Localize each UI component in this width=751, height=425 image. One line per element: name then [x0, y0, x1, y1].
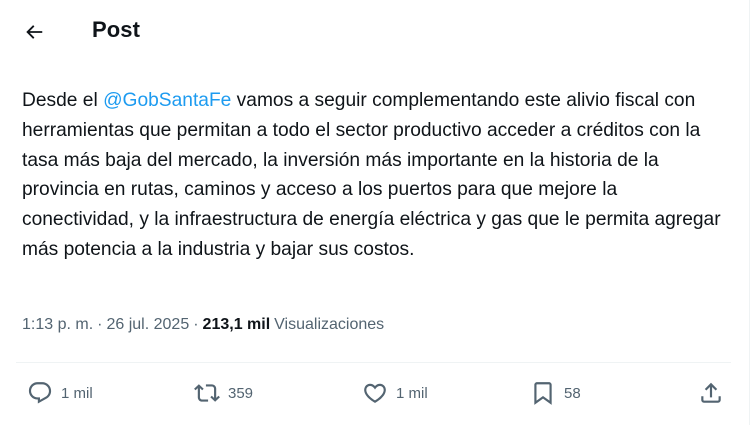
post-date[interactable]: 26 jul. 2025: [106, 316, 189, 334]
views-count: 213,1 mil: [202, 316, 271, 333]
views-label: Visualizaciones: [274, 316, 385, 333]
like-count: 1 mil: [396, 384, 428, 402]
repost-icon: [194, 384, 220, 402]
post-meta: 1:13 p. m. · 26 jul. 2025 · 213,1 mil Vi…: [22, 316, 384, 334]
post-text-before: Desde el: [22, 90, 104, 111]
reply-icon: [28, 382, 52, 404]
bookmark-icon: [534, 382, 552, 405]
share-icon: [701, 382, 721, 403]
meta-separator: ·: [193, 316, 199, 333]
meta-separator: ·: [97, 316, 103, 333]
reply-count: 1 mil: [61, 384, 93, 402]
share-button[interactable]: [698, 378, 724, 408]
reply-button[interactable]: 1 mil: [27, 378, 93, 408]
heart-icon: [364, 383, 386, 403]
mention-link[interactable]: @GobSantaFe: [103, 90, 231, 111]
arrow-left-icon: [26, 25, 43, 39]
bookmark-button[interactable]: 58: [530, 378, 581, 408]
post-text-after: vamos a seguir complementando este alivi…: [22, 90, 721, 260]
like-button[interactable]: 1 mil: [362, 378, 428, 408]
column-border: [749, 0, 750, 425]
repost-count: 359: [228, 384, 254, 402]
post-header: Post: [0, 0, 751, 64]
back-button[interactable]: [16, 14, 52, 50]
page-title: Post: [92, 17, 141, 42]
action-bar: 1 mil 359 1 mil 58: [0, 363, 751, 425]
post-time[interactable]: 1:13 p. m.: [22, 316, 93, 334]
repost-button[interactable]: 359: [194, 378, 253, 408]
bookmark-count: 58: [564, 384, 581, 402]
post-text: Desde el @GobSantaFe vamos a seguir comp…: [22, 86, 734, 265]
